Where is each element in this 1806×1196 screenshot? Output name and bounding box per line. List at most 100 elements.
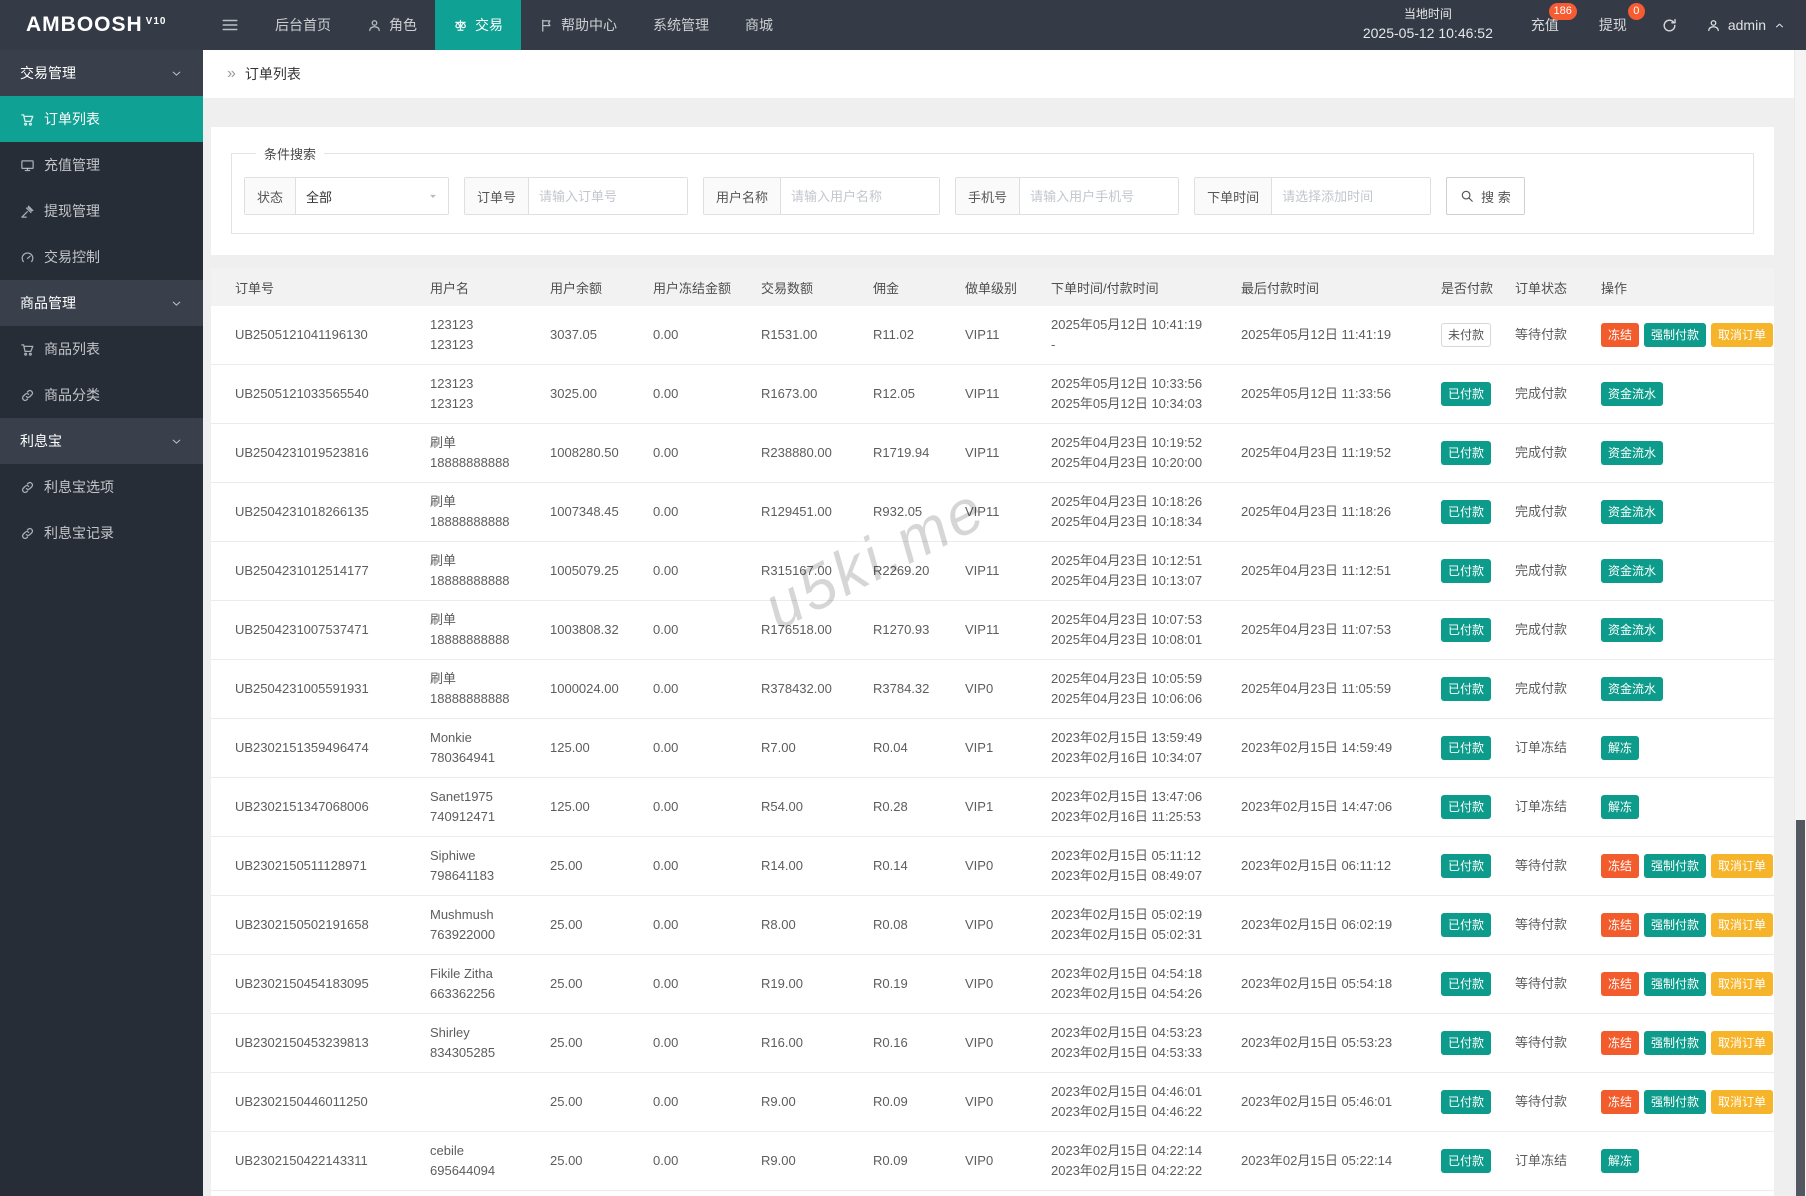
cancel-order-button[interactable]: 取消订单 [1711, 972, 1774, 996]
paid-status-badge: 已付款 [1441, 500, 1492, 524]
fund-flow-button[interactable]: 资金流水 [1601, 618, 1664, 642]
table-header-row: 订单号 用户名 用户余额 用户冻结金额 交易数额 佣金 做单级别 下单时间/付款时间 最后付款时… [211, 268, 1774, 306]
phone-input[interactable] [1020, 178, 1179, 214]
table-row: UB2302150422143311 cebile 695644094 25.00 0.… [211, 1132, 1774, 1191]
status-select[interactable]: 全部 [296, 178, 448, 214]
app-logo[interactable]: AMBOOSH V10 [0, 0, 203, 50]
force-pay-button[interactable]: 强制付款 [1644, 972, 1707, 996]
freeze-button[interactable]: 冻结 [1601, 972, 1640, 996]
nav-roles[interactable]: 角色 [349, 0, 435, 50]
sidebar-item-withdraw-manage[interactable]: 提现管理 [0, 188, 203, 234]
force-pay-button[interactable]: 强制付款 [1644, 913, 1707, 937]
cancel-order-button[interactable]: 取消订单 [1711, 913, 1774, 937]
sidebar-item-order-list[interactable]: 订单列表 [0, 96, 203, 142]
cancel-order-button[interactable]: 取消订单 [1711, 1031, 1774, 1055]
amount-cell: R9.00 [761, 1152, 796, 1168]
unfreeze-button[interactable]: 解冻 [1601, 736, 1640, 760]
balance-cell: 25.00 [550, 975, 583, 991]
withdraw-label: 提现 [1598, 17, 1627, 33]
nav-system-manage[interactable]: 系统管理 [635, 0, 727, 50]
freeze-button[interactable]: 冻结 [1601, 854, 1640, 878]
force-pay-button[interactable]: 强制付款 [1644, 1031, 1707, 1055]
scrollbar-thumb[interactable] [1796, 820, 1805, 1196]
commission-cell: R1719.94 [873, 444, 930, 460]
username-input[interactable] [781, 178, 940, 214]
sidebar-item-recharge-manage[interactable]: 充值管理 [0, 142, 203, 188]
amount-cell: R7.00 [761, 739, 796, 755]
recharge-nav-item[interactable]: 充值 186 [1511, 0, 1579, 50]
sidebar-toggle[interactable] [203, 0, 257, 50]
commission-cell: R11.02 [873, 326, 914, 342]
table-body: UB2505121041196130 123123 123123 3037.05 0.0… [211, 306, 1774, 1196]
freeze-button[interactable]: 冻结 [1601, 913, 1640, 937]
order-no-cell: UB2504231012514177 [235, 562, 369, 578]
paid-cell: 已付款 [1441, 1143, 1515, 1179]
user-menu[interactable]: admin [1692, 0, 1806, 50]
section-goods-manage[interactable]: 商品管理 [0, 280, 203, 326]
amount-cell: R238880.00 [761, 444, 832, 460]
cancel-order-button[interactable]: 取消订单 [1711, 323, 1774, 347]
force-pay-button[interactable]: 强制付款 [1644, 323, 1707, 347]
fund-flow-button[interactable]: 资金流水 [1601, 677, 1664, 701]
search-panel: 条件搜索 状态全部订单号用户名称手机号下单时间搜 索 [211, 127, 1774, 255]
frozen-cell: 0.00 [653, 444, 679, 460]
order-time-input[interactable] [1272, 178, 1431, 214]
level-cell: VIP0 [965, 1152, 994, 1168]
search-button[interactable]: 搜 索 [1446, 177, 1525, 215]
force-pay-button[interactable]: 强制付款 [1644, 854, 1707, 878]
fund-flow-button[interactable]: 资金流水 [1601, 500, 1664, 524]
sidebar-item-goods-list[interactable]: 商品列表 [0, 326, 203, 372]
withdraw-nav-item[interactable]: 提现 0 [1579, 0, 1647, 50]
nav-mall[interactable]: 商城 [727, 0, 791, 50]
nav-help-center[interactable]: 帮助中心 [521, 0, 635, 50]
sidebar-item-lixibao-records[interactable]: 利息宝记录 [0, 510, 203, 556]
refresh-icon [1661, 17, 1678, 34]
fund-flow-button[interactable]: 资金流水 [1601, 441, 1664, 465]
order-no-cell: UB2302151359496474 [235, 739, 369, 755]
sidebar-item-goods-category[interactable]: 商品分类 [0, 372, 203, 418]
last-pay-time-cell: 2023年02月15日 05:54:18 [1241, 975, 1393, 991]
table-row: UB2302150247579594Cabangani25.000.00R24.… [211, 1191, 1774, 1196]
order-no-input[interactable] [529, 178, 688, 214]
last-pay-time-cell: 2025年04月23日 11:18:26 [1241, 503, 1392, 519]
balance-cell: 1000024.00 [550, 680, 619, 696]
unfreeze-button[interactable]: 解冻 [1601, 795, 1640, 819]
last-pay-time-cell: 2025年04月23日 11:12:51 [1241, 562, 1392, 578]
force-pay-button[interactable]: 强制付款 [1644, 1090, 1707, 1114]
last-pay-time-cell: 2023年02月15日 06:02:19 [1241, 916, 1393, 932]
paid-status-badge: 已付款 [1441, 972, 1492, 996]
cart-icon [20, 112, 35, 127]
section-trade-manage[interactable]: 交易管理 [0, 50, 203, 96]
paid-status-badge: 已付款 [1441, 795, 1492, 819]
nav-item-label: 帮助中心 [561, 17, 617, 33]
nav-trade[interactable]: 交易 [435, 0, 521, 50]
chevron-down-icon [170, 67, 183, 80]
cancel-order-button[interactable]: 取消订单 [1711, 854, 1774, 878]
freeze-button[interactable]: 冻结 [1601, 1090, 1640, 1114]
fund-flow-button[interactable]: 资金流水 [1601, 559, 1664, 583]
level-cell: VIP11 [965, 503, 1000, 519]
table-row: UB2302151359496474 Monkie 780364941 125.00 0… [211, 719, 1774, 778]
cancel-order-button[interactable]: 取消订单 [1711, 1090, 1774, 1114]
balance-cell: 25.00 [550, 1093, 583, 1109]
paid-status-badge: 已付款 [1441, 1090, 1492, 1114]
last-pay-time-cell: 2023年02月15日 14:47:06 [1241, 798, 1393, 814]
section-lixibao[interactable]: 利息宝 [0, 418, 203, 464]
order-no-cell: UB2505121033565540 [235, 385, 369, 401]
user-icon [367, 18, 382, 33]
actions-cell: 冻结 强制付款 取消订单 [1601, 1025, 1783, 1061]
order-status-cell: 等待付款 [1515, 857, 1568, 873]
unfreeze-button[interactable]: 解冻 [1601, 1149, 1640, 1173]
sidebar-item-lixibao-options[interactable]: 利息宝选项 [0, 464, 203, 510]
freeze-button[interactable]: 冻结 [1601, 1031, 1640, 1055]
table-row: UB2505121033565540 123123 123123 3025.00 0.0… [211, 365, 1774, 424]
table-row: UB2302151347068006 Sanet1975 740912471 125.… [211, 778, 1774, 837]
sidebar-item-trade-control[interactable]: 交易控制 [0, 234, 203, 280]
order-no-cell: UB2302150511128971 [235, 857, 367, 873]
refresh-button[interactable] [1647, 0, 1692, 50]
freeze-button[interactable]: 冻结 [1601, 323, 1640, 347]
nav-backend-home[interactable]: 后台首页 [257, 0, 349, 50]
fund-flow-button[interactable]: 资金流水 [1601, 382, 1664, 406]
field-label: 状态 [245, 178, 297, 214]
screen-icon [20, 158, 35, 173]
